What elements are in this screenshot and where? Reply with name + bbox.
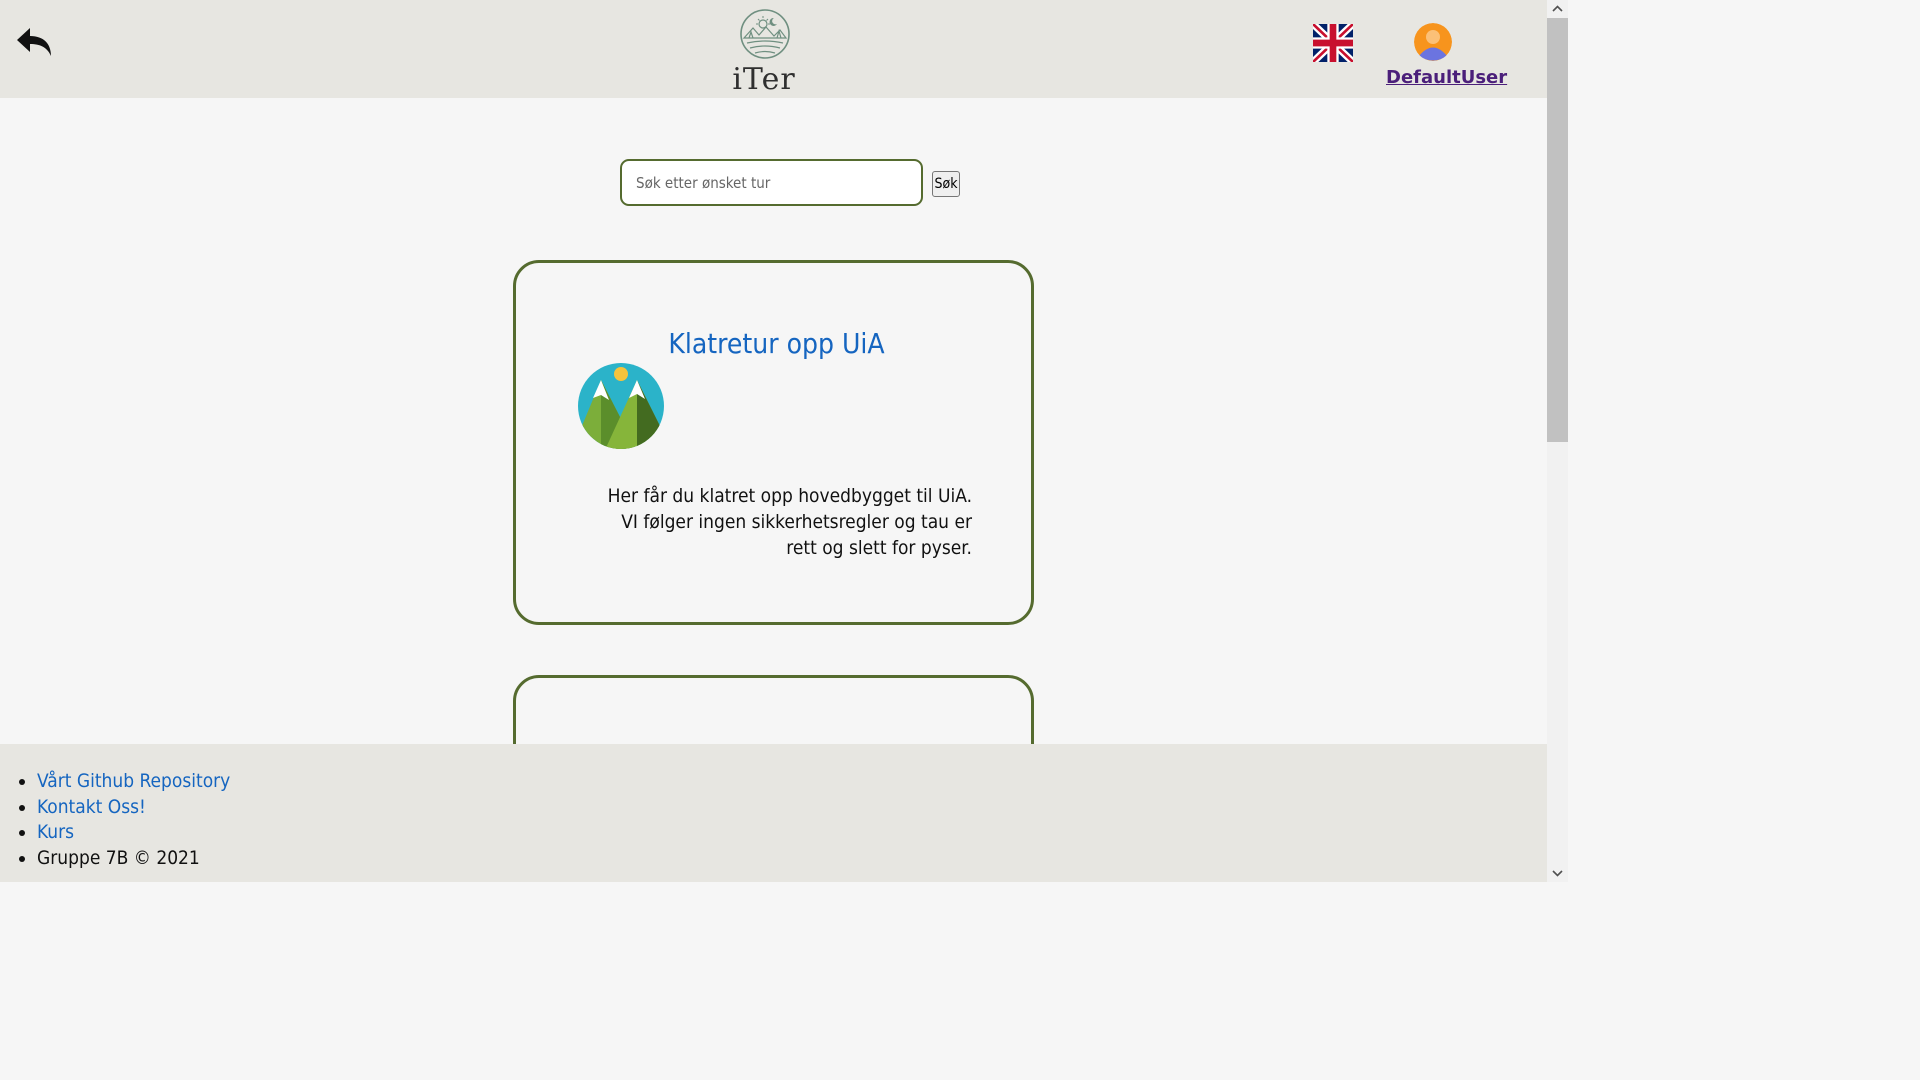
user-avatar-icon[interactable]	[1414, 23, 1452, 61]
scrollbar[interactable]	[1547, 0, 1568, 882]
contact-link[interactable]: Kontakt Oss!	[37, 796, 146, 818]
trip-card[interactable]: Klatretur opp UiA Her får du klatret opp…	[513, 260, 1034, 625]
mountain-landscape-icon	[577, 362, 665, 450]
chevron-down-icon[interactable]	[1547, 864, 1568, 882]
search-button[interactable]: Søk	[932, 171, 960, 197]
username-link[interactable]: DefaultUser	[1386, 67, 1507, 88]
list-item: Vårt Github Repository	[37, 769, 230, 795]
uk-flag-icon[interactable]	[1310, 21, 1356, 65]
courses-link[interactable]: Kurs	[37, 821, 74, 843]
back-arrow-icon[interactable]	[14, 22, 56, 64]
github-link[interactable]: Vårt Github Repository	[37, 770, 230, 792]
list-item: Kurs	[37, 820, 230, 846]
trip-description: Her får du klatret opp hovedbygget til U…	[607, 485, 972, 559]
footer-list: Vårt Github Repository Kontakt Oss! Kurs…	[0, 769, 230, 871]
page-header: iTer DefaultUser	[0, 0, 1547, 98]
search-input[interactable]	[620, 159, 923, 206]
list-item: Kontakt Oss!	[37, 795, 230, 821]
copyright-text: Gruppe 7B © 2021	[37, 846, 230, 872]
trip-title[interactable]: Klatretur opp UiA	[516, 327, 1031, 360]
chevron-up-icon[interactable]	[1547, 0, 1568, 18]
logo-icon[interactable]	[736, 8, 794, 64]
page-footer: Vårt Github Repository Kontakt Oss! Kurs…	[0, 744, 1547, 882]
logo-title: iTer	[732, 62, 796, 97]
scrollbar-thumb[interactable]	[1547, 18, 1568, 442]
